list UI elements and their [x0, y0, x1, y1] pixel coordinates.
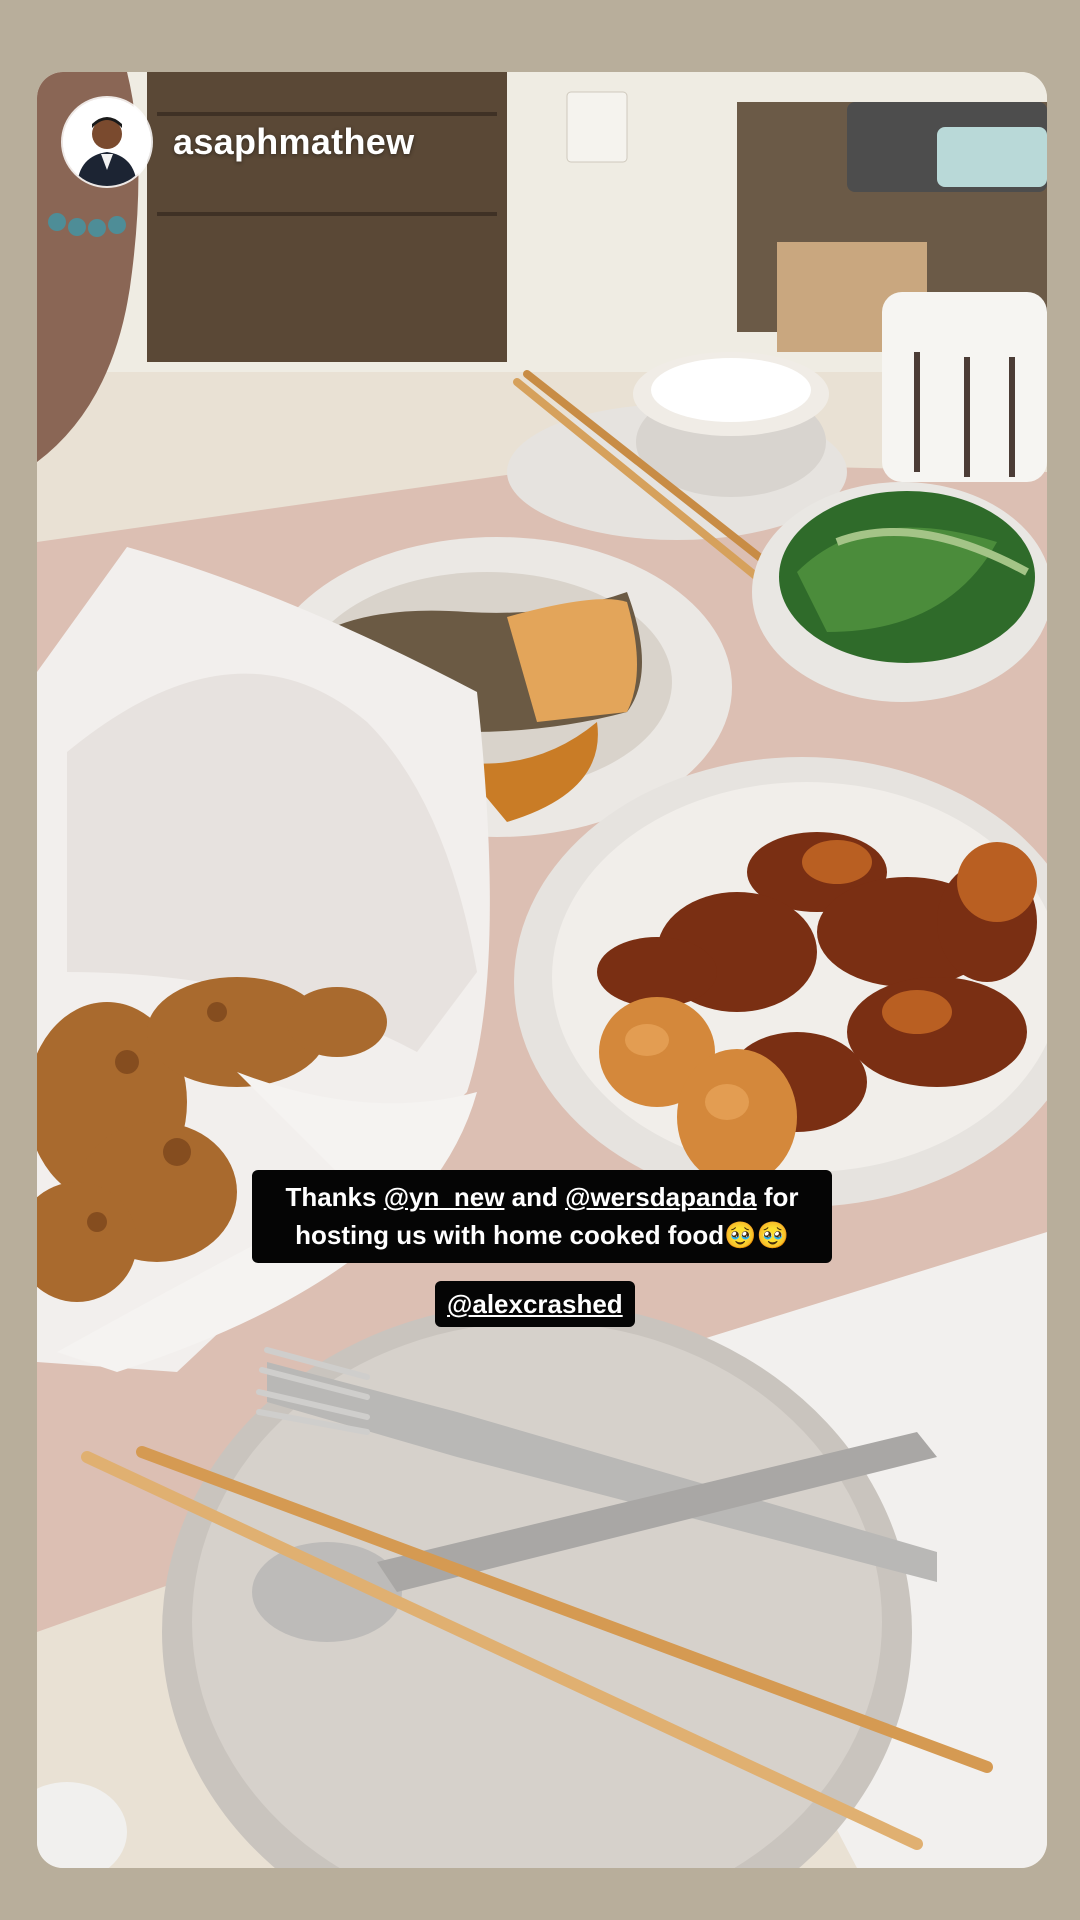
- mention-wersdapanda[interactable]: @wersdapanda: [565, 1182, 757, 1212]
- story-caption: Thanks @yn_new and @wersdapanda for host…: [252, 1170, 832, 1263]
- story-frame[interactable]: asaphmathew Thanks @yn_new and @wersdapa…: [37, 72, 1047, 1868]
- mention-yn-new[interactable]: @yn_new: [384, 1182, 505, 1212]
- mention-tag[interactable]: @alexcrashed: [435, 1281, 635, 1327]
- profile-avatar[interactable]: [63, 98, 151, 186]
- story-header: asaphmathew: [63, 98, 414, 186]
- mention-alexcrashed[interactable]: @alexcrashed: [447, 1289, 623, 1319]
- caption-middle: and: [504, 1182, 566, 1212]
- caption-prefix: Thanks: [285, 1182, 384, 1212]
- story-photo: [37, 72, 1047, 1868]
- username[interactable]: asaphmathew: [173, 121, 414, 163]
- pleading-face-emoji: 🥹🥹: [724, 1221, 789, 1251]
- person-icon: [63, 98, 151, 186]
